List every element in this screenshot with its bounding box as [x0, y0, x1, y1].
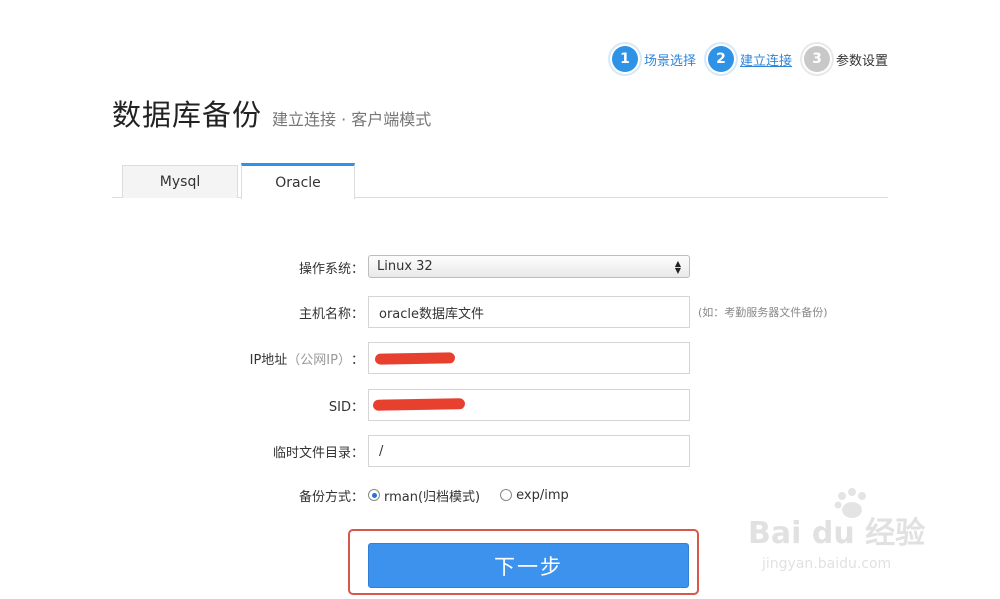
- sid-label: SID：: [328, 399, 364, 415]
- ip-label-main: IP地址: [249, 352, 288, 368]
- ip-label: IP地址 （公网IP） ：: [250, 342, 364, 374]
- step-3-label: 参数设置: [836, 53, 889, 69]
- radio-rman[interactable]: rman(归档模式): [368, 486, 480, 505]
- step-2-label[interactable]: 建立连接: [740, 50, 792, 69]
- step-indicator: 1 场景选择 2 建立连接 3 参数设置: [612, 46, 900, 72]
- radio-exp-imp-circle[interactable]: [500, 489, 513, 501]
- temp-dir-input[interactable]: /: [368, 435, 690, 467]
- step-2[interactable]: 2 建立连接: [708, 46, 792, 72]
- radio-exp-imp-label: exp/imp: [516, 487, 569, 503]
- os-select-value: Linux 32: [377, 259, 433, 274]
- ip-label-colon: ：: [350, 352, 364, 368]
- page-subtitle: 建立连接 · 客户端模式: [272, 110, 432, 129]
- backup-mode-options: rman(归档模式) exp/imp: [368, 479, 589, 511]
- host-row: 主机名称： oracle数据库文件 (如：考勤服务器文件备份): [112, 296, 892, 328]
- ip-label-note: （公网IP）: [287, 352, 351, 368]
- backup-mode-label: 备份方式：: [298, 489, 364, 505]
- select-arrows-icon: ▲ ▼: [674, 258, 681, 275]
- sid-input[interactable]: [368, 389, 690, 421]
- step-3-number: 3: [804, 46, 831, 72]
- temp-dir-label: 临时文件目录：: [272, 445, 364, 461]
- ip-input[interactable]: [368, 342, 690, 374]
- host-label: 主机名称：: [298, 306, 364, 322]
- page-header: 数据库备份 建立连接 · 客户端模式: [112, 92, 431, 134]
- radio-exp-imp[interactable]: exp/imp: [500, 488, 569, 503]
- baidu-watermark: Bai du 经验 jingyan.baidu.com: [748, 488, 988, 588]
- db-type-tabs: Mysql Oracle: [112, 163, 888, 199]
- host-input[interactable]: oracle数据库文件: [368, 296, 690, 328]
- ip-row: IP地址 （公网IP） ：: [112, 342, 892, 374]
- radio-rman-label: rman(归档模式): [384, 489, 481, 505]
- temp-dir-row: 临时文件目录： /: [112, 435, 892, 467]
- page-title: 数据库备份: [112, 98, 263, 132]
- radio-rman-circle[interactable]: [368, 489, 380, 501]
- os-select[interactable]: Linux 32 ▲ ▼: [368, 255, 690, 278]
- tab-oracle[interactable]: Oracle: [241, 163, 355, 199]
- os-label: 操作系统：: [298, 261, 364, 277]
- step-2-number: 2: [708, 46, 735, 72]
- tab-mysql[interactable]: Mysql: [122, 165, 238, 198]
- watermark-logo: Bai du 经验: [748, 516, 926, 551]
- sid-redaction-mark: [372, 398, 466, 411]
- os-row: 操作系统： Linux 32 ▲ ▼: [112, 251, 892, 283]
- sid-row: SID：: [112, 389, 892, 421]
- step-1[interactable]: 1 场景选择: [612, 46, 696, 72]
- step-1-number: 1: [612, 46, 638, 72]
- step-3: 3 参数设置: [804, 46, 888, 72]
- step-1-label[interactable]: 场景选择: [644, 50, 696, 69]
- ip-redaction-mark: [374, 352, 456, 365]
- next-button[interactable]: 下一步: [368, 543, 689, 588]
- watermark-url: jingyan.baidu.com: [762, 556, 892, 572]
- host-hint: (如：考勤服务器文件备份): [698, 306, 828, 319]
